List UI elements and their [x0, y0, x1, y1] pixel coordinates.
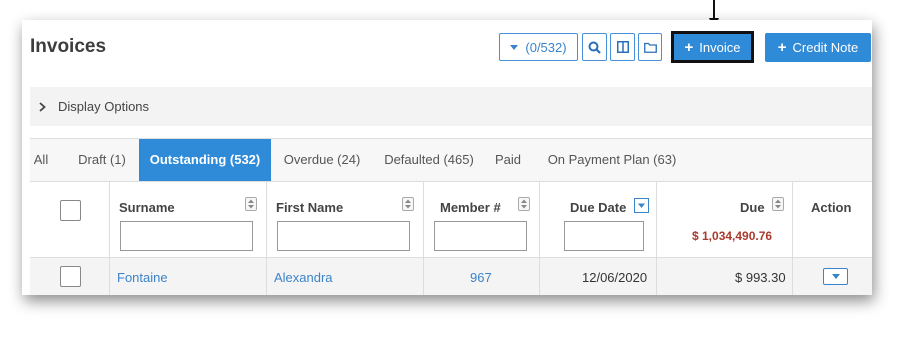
caret-down-icon — [831, 274, 840, 279]
new-invoice-label: Invoice — [699, 39, 741, 55]
row-first-name-link[interactable]: Alexandra — [274, 270, 333, 285]
column-divider — [109, 182, 110, 295]
filter-count: (0/532) — [525, 39, 567, 55]
sort-icon[interactable] — [245, 197, 257, 211]
search-icon — [588, 41, 601, 54]
due-total: $ 1,034,490.76 — [692, 229, 773, 243]
row-surname-link[interactable]: Fontaine — [117, 270, 168, 285]
due-date-filter-input[interactable] — [564, 221, 644, 251]
column-divider — [792, 182, 793, 295]
tab-overdue[interactable]: Overdue (24) — [279, 139, 365, 181]
page-title: Invoices — [30, 36, 107, 57]
new-credit-note-button[interactable]: + Credit Note — [765, 33, 871, 62]
row-due-date: 12/06/2020 — [582, 270, 648, 285]
first-name-filter-input[interactable] — [277, 221, 410, 251]
sort-icon[interactable] — [402, 197, 414, 211]
invoices-table: Surname First Name Member # Due Date Due… — [30, 181, 872, 295]
display-options-toggle[interactable]: Display Options — [30, 87, 872, 126]
tab-all[interactable]: All — [30, 139, 52, 181]
tab-paid[interactable]: Paid — [493, 139, 523, 181]
column-divider — [266, 182, 267, 295]
tab-outstanding[interactable]: Outstanding (532) — [139, 139, 271, 181]
columns-icon — [616, 41, 629, 53]
filter-dropdown-button[interactable]: (0/532) — [499, 33, 578, 61]
chevron-right-icon — [39, 101, 46, 112]
sort-icon[interactable] — [518, 197, 530, 211]
surname-filter-input[interactable] — [120, 221, 253, 251]
sort-descending-icon[interactable] — [634, 198, 649, 213]
tab-draft[interactable]: Draft (1) — [67, 139, 137, 181]
row-member-number-link[interactable]: 967 — [470, 270, 492, 285]
row-due-amount: $ 993.30 — [735, 270, 786, 285]
tab-defaulted[interactable]: Defaulted (465) — [380, 139, 478, 181]
columns-button[interactable] — [610, 33, 635, 61]
select-all-checkbox[interactable] — [60, 200, 81, 221]
header-surname[interactable]: Surname — [119, 200, 175, 215]
header-first-name[interactable]: First Name — [276, 200, 343, 215]
header-due-date[interactable]: Due Date — [570, 200, 626, 215]
search-button[interactable] — [582, 33, 607, 61]
invoices-panel: Invoices (0/532) + Invoice + Credit Note… — [22, 20, 872, 295]
member-number-filter-input[interactable] — [434, 221, 527, 251]
new-credit-note-label: Credit Note — [792, 40, 859, 55]
column-divider — [656, 182, 657, 295]
display-options-label: Display Options — [58, 99, 150, 114]
header-member-number[interactable]: Member # — [440, 200, 501, 215]
tab-payment-plan[interactable]: On Payment Plan (63) — [540, 139, 684, 181]
header-due[interactable]: Due — [740, 200, 765, 215]
new-invoice-button[interactable]: + Invoice — [671, 31, 754, 63]
header-action: Action — [811, 200, 852, 215]
column-divider — [423, 182, 424, 295]
caret-down-icon — [510, 44, 519, 50]
folder-button[interactable] — [638, 33, 662, 61]
invoice-status-tabs: All Draft (1) Outstanding (532) Overdue … — [30, 138, 872, 181]
plus-icon: + — [777, 39, 787, 56]
plus-icon: + — [684, 38, 694, 56]
row-divider — [30, 257, 872, 258]
row-checkbox[interactable] — [60, 266, 81, 287]
folder-icon — [643, 42, 657, 53]
column-divider — [539, 182, 540, 295]
row-action-dropdown[interactable] — [823, 268, 848, 285]
sort-icon[interactable] — [772, 197, 784, 211]
